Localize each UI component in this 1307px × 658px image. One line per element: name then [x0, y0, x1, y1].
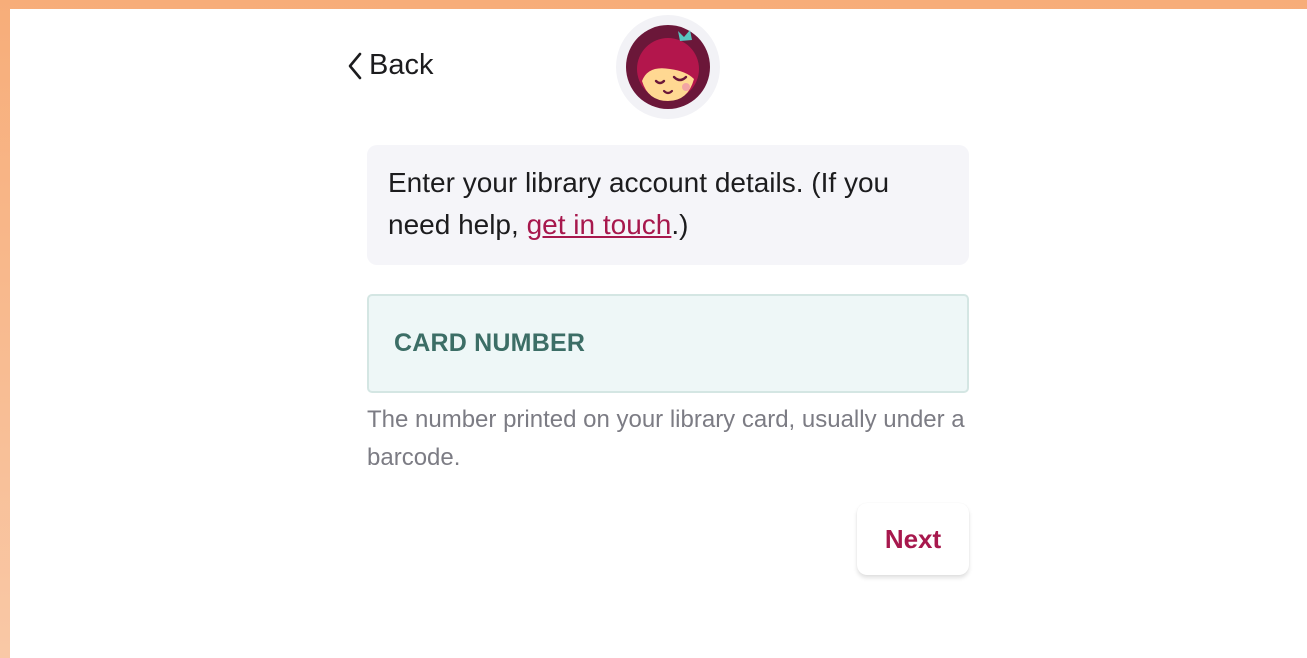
chevron-left-icon — [348, 52, 362, 79]
instructions-card: Enter your library account details. (If … — [367, 145, 969, 265]
card-number-hint: The number printed on your library card,… — [367, 406, 965, 471]
next-button[interactable]: Next — [857, 503, 969, 575]
back-button[interactable]: Back — [347, 49, 433, 82]
app-screen: Back Enter your library account details.… — [10, 9, 1307, 658]
libby-logo-icon — [626, 25, 710, 109]
get-in-touch-link[interactable]: get in touch — [527, 209, 672, 240]
card-number-field[interactable]: CARD NUMBER — [367, 294, 969, 393]
card-number-label: CARD NUMBER — [394, 329, 586, 357]
libby-logo — [616, 15, 720, 119]
instructions-text-end: .) — [671, 209, 689, 240]
back-label: Back — [369, 49, 434, 81]
